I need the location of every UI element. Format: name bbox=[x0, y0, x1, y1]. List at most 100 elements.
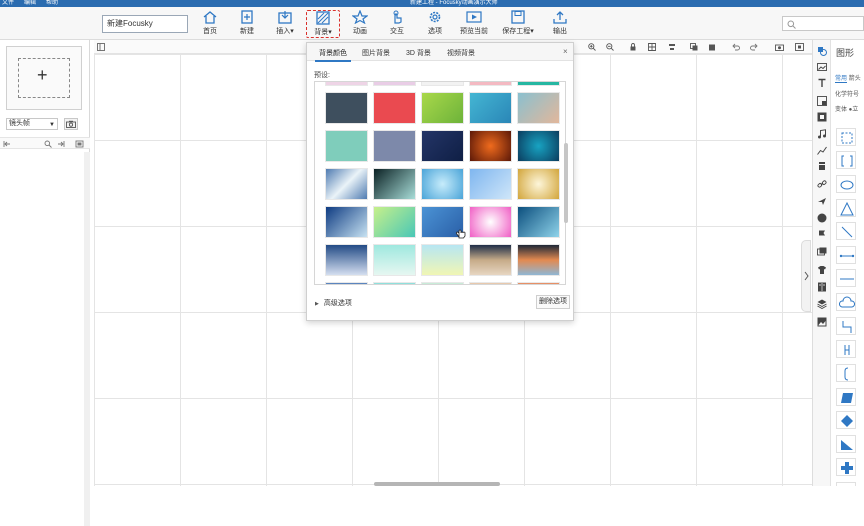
lens-frame-select[interactable]: 镜头帧 ▼ bbox=[6, 118, 58, 130]
background-swatch[interactable] bbox=[373, 244, 416, 276]
shape-line-arrows[interactable] bbox=[836, 269, 856, 287]
animation-button[interactable]: 动画 bbox=[343, 10, 377, 38]
zoom-icon[interactable] bbox=[44, 140, 52, 148]
menu-help[interactable]: 帮助 bbox=[46, 0, 58, 7]
background-swatch[interactable] bbox=[517, 130, 560, 162]
menu-edit[interactable]: 编辑 bbox=[24, 0, 36, 7]
tab-arrows[interactable]: 箭头 bbox=[849, 76, 861, 82]
search-input[interactable] bbox=[782, 16, 864, 31]
background-button[interactable]: 背景▾ bbox=[306, 10, 340, 38]
side-panel-toggle[interactable] bbox=[801, 240, 811, 312]
background-swatch[interactable] bbox=[469, 168, 512, 200]
variant-options[interactable]: 变体 ●立 bbox=[835, 104, 858, 113]
shape-cloud[interactable] bbox=[836, 293, 856, 311]
frame-settings-icon[interactable] bbox=[75, 140, 84, 148]
book-category-icon[interactable] bbox=[817, 282, 827, 292]
shape-cross[interactable] bbox=[836, 458, 856, 476]
home-button[interactable]: 首页 bbox=[193, 10, 227, 38]
shapes-category-icon[interactable] bbox=[817, 46, 827, 56]
shape-line-dots[interactable] bbox=[836, 246, 856, 264]
export-button[interactable]: 输出 bbox=[543, 10, 577, 38]
zoom-in-icon[interactable] bbox=[588, 43, 596, 51]
background-swatch[interactable] bbox=[517, 168, 560, 200]
expand-right-icon[interactable] bbox=[57, 140, 65, 148]
background-swatch[interactable] bbox=[373, 282, 416, 284]
copy-icon[interactable] bbox=[690, 43, 698, 51]
layout-category-icon[interactable] bbox=[817, 96, 827, 106]
background-swatch[interactable] bbox=[469, 130, 512, 162]
background-swatch[interactable] bbox=[325, 130, 368, 162]
canvas-horizontal-scrollbar[interactable] bbox=[374, 482, 500, 486]
shape-dashed-rect[interactable] bbox=[836, 128, 856, 146]
background-swatch[interactable] bbox=[325, 206, 368, 238]
shape-h-bracket[interactable] bbox=[836, 340, 856, 358]
interaction-button[interactable]: 交互 bbox=[380, 10, 414, 38]
menu-file[interactable]: 文件 bbox=[2, 0, 14, 7]
panel-toggle-icon[interactable] bbox=[97, 43, 105, 51]
background-swatch[interactable] bbox=[373, 82, 416, 86]
zoom-out-icon[interactable] bbox=[606, 43, 614, 51]
background-swatch[interactable] bbox=[421, 282, 464, 284]
shape-diagonal-line[interactable] bbox=[836, 222, 856, 240]
background-swatch[interactable] bbox=[325, 282, 368, 284]
background-swatch[interactable] bbox=[373, 168, 416, 200]
tab-image-background[interactable]: 图片背景 bbox=[362, 48, 390, 58]
preview-button[interactable]: 预览当前 bbox=[456, 10, 492, 38]
background-swatch[interactable] bbox=[421, 92, 464, 124]
background-swatch[interactable] bbox=[421, 244, 464, 276]
tab-common-shapes[interactable]: 常用 bbox=[835, 76, 848, 83]
project-name-input[interactable]: 新建Focusky bbox=[102, 15, 188, 33]
background-swatch[interactable] bbox=[373, 92, 416, 124]
compass-category-icon[interactable] bbox=[817, 213, 827, 223]
background-swatch[interactable] bbox=[373, 130, 416, 162]
background-swatch[interactable] bbox=[469, 82, 512, 86]
preset-scrollbar[interactable] bbox=[564, 143, 568, 223]
redo-icon[interactable] bbox=[750, 43, 758, 51]
background-swatch[interactable] bbox=[325, 168, 368, 200]
stack-category-icon[interactable] bbox=[817, 299, 827, 309]
music-category-icon[interactable] bbox=[817, 129, 827, 139]
text-category-icon[interactable] bbox=[817, 78, 827, 88]
background-swatch[interactable] bbox=[517, 92, 560, 124]
background-swatch[interactable] bbox=[325, 92, 368, 124]
shape-parallelogram[interactable] bbox=[836, 388, 856, 406]
insert-button[interactable]: 插入▾ bbox=[268, 10, 302, 38]
chart-category-icon[interactable] bbox=[817, 145, 827, 155]
flight-category-icon[interactable] bbox=[817, 196, 827, 206]
shape-brace[interactable] bbox=[836, 364, 856, 382]
background-swatch[interactable] bbox=[421, 130, 464, 162]
advanced-options-toggle[interactable]: ▶ 高级选项 bbox=[315, 298, 352, 308]
flag-category-icon[interactable] bbox=[817, 230, 827, 240]
shape-brackets[interactable] bbox=[836, 151, 856, 169]
shape-ellipse[interactable] bbox=[836, 175, 856, 193]
background-swatch[interactable] bbox=[517, 244, 560, 276]
background-swatch[interactable] bbox=[469, 244, 512, 276]
shape-diamond[interactable] bbox=[836, 411, 856, 429]
frame-list-scrollbar[interactable] bbox=[84, 152, 90, 526]
delete-option-button[interactable]: 删除选项 bbox=[536, 295, 570, 309]
layers-category-icon[interactable] bbox=[817, 247, 827, 257]
collapse-left-icon[interactable] bbox=[3, 140, 11, 148]
options-button[interactable]: 选项 bbox=[418, 10, 452, 38]
shape-right-triangle[interactable] bbox=[836, 435, 856, 453]
background-swatch[interactable] bbox=[469, 282, 512, 284]
tab-3d-background[interactable]: 3D 背景 bbox=[406, 48, 431, 58]
shape-extra[interactable] bbox=[836, 482, 856, 486]
character-category-icon[interactable] bbox=[817, 161, 827, 171]
background-swatch[interactable] bbox=[517, 282, 560, 284]
chemistry-symbols-tab[interactable]: 化学符号 bbox=[835, 89, 859, 98]
save-project-button[interactable]: 保存工程▾ bbox=[498, 10, 538, 38]
background-swatch[interactable] bbox=[325, 82, 368, 86]
background-swatch[interactable] bbox=[421, 168, 464, 200]
close-icon[interactable]: × bbox=[563, 47, 568, 56]
gallery-category-icon[interactable] bbox=[817, 317, 827, 327]
link-category-icon[interactable] bbox=[817, 179, 827, 189]
background-swatch[interactable] bbox=[469, 92, 512, 124]
shape-elbow-connector[interactable] bbox=[836, 317, 856, 335]
align-icon[interactable] bbox=[668, 43, 676, 51]
tab-background-color[interactable]: 背景颜色 bbox=[315, 48, 351, 62]
background-swatch[interactable] bbox=[325, 244, 368, 276]
add-frame-thumbnail[interactable]: + bbox=[6, 46, 82, 110]
camera-button[interactable] bbox=[64, 118, 78, 130]
lock-icon[interactable] bbox=[629, 43, 637, 51]
